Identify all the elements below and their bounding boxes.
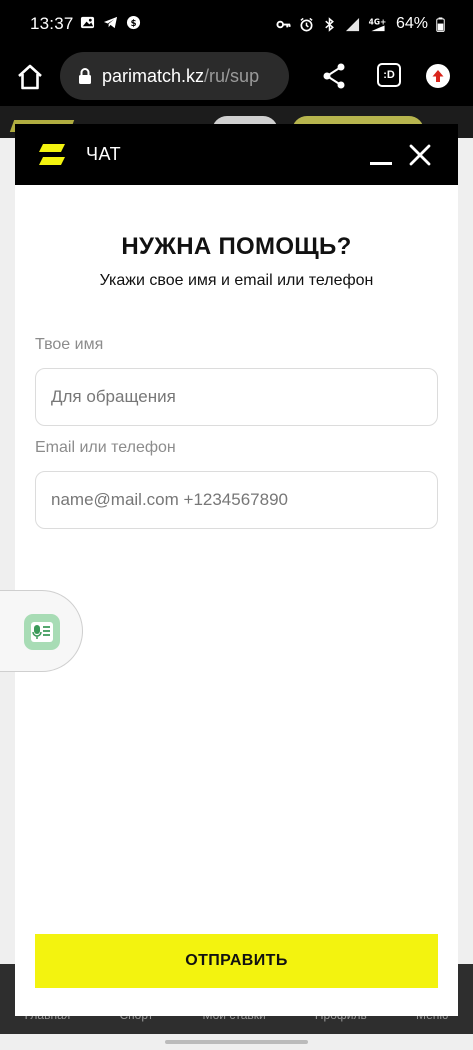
help-subheading: Укажи свое имя и email или телефон bbox=[99, 272, 374, 289]
name-input[interactable] bbox=[35, 368, 438, 426]
address-bar[interactable]: parimatch.kz/ru/sup bbox=[60, 52, 289, 100]
gallery-icon bbox=[80, 15, 95, 30]
telegram-icon bbox=[103, 15, 118, 30]
battery-percent: 64% bbox=[395, 15, 428, 32]
network-4g-icon: 4G+ bbox=[368, 17, 388, 32]
voice-to-text-icon[interactable] bbox=[24, 614, 60, 650]
key-icon bbox=[276, 17, 291, 32]
help-heading: НУЖНА ПОМОЩЬ? bbox=[121, 233, 352, 260]
contact-label: Email или телефон bbox=[35, 439, 176, 456]
signal-icon bbox=[345, 17, 360, 32]
share-icon[interactable] bbox=[321, 62, 347, 90]
status-bar: 13:37 $ 4G+ 64% bbox=[0, 0, 473, 48]
chat-header: ЧАТ bbox=[15, 124, 458, 185]
url-path: /ru/sup bbox=[204, 66, 260, 86]
svg-text:$: $ bbox=[131, 18, 137, 28]
lock-icon bbox=[78, 68, 92, 84]
send-button[interactable]: ОТПРАВИТЬ bbox=[35, 934, 438, 988]
alarm-icon bbox=[299, 17, 314, 32]
phone-screen: Главная Спорт Мои ставки Профиль Меню 13… bbox=[0, 0, 473, 1050]
chat-title: ЧАТ bbox=[86, 144, 122, 164]
name-label: Твое имя bbox=[35, 336, 104, 353]
voice-input-widget[interactable] bbox=[0, 590, 83, 672]
close-icon[interactable] bbox=[409, 144, 431, 166]
status-time: 13:37 bbox=[30, 14, 74, 33]
update-available-icon[interactable] bbox=[426, 64, 450, 88]
contact-input[interactable] bbox=[35, 471, 438, 529]
tabs-switcher-button[interactable]: :D bbox=[377, 63, 401, 87]
bluetooth-icon bbox=[322, 16, 337, 32]
minimize-icon[interactable] bbox=[370, 162, 392, 165]
chat-window: ЧАТ НУЖНА ПОМОЩЬ? Укажи свое имя и email… bbox=[15, 124, 458, 1016]
system-icons: 4G+ 64% bbox=[276, 15, 445, 33]
url-domain: parimatch.kz bbox=[102, 66, 205, 86]
parimatch-logo-icon bbox=[39, 141, 67, 169]
gesture-bar[interactable] bbox=[165, 1040, 308, 1044]
app-notification-icon: $ bbox=[126, 15, 141, 30]
browser-toolbar: parimatch.kz/ru/sup :D bbox=[0, 48, 473, 106]
battery-icon bbox=[436, 16, 445, 32]
svg-text:4G+: 4G+ bbox=[369, 17, 387, 26]
url-text: parimatch.kz/ru/sup bbox=[102, 66, 282, 87]
notification-icons: $ bbox=[80, 15, 141, 30]
home-icon[interactable] bbox=[16, 63, 44, 91]
